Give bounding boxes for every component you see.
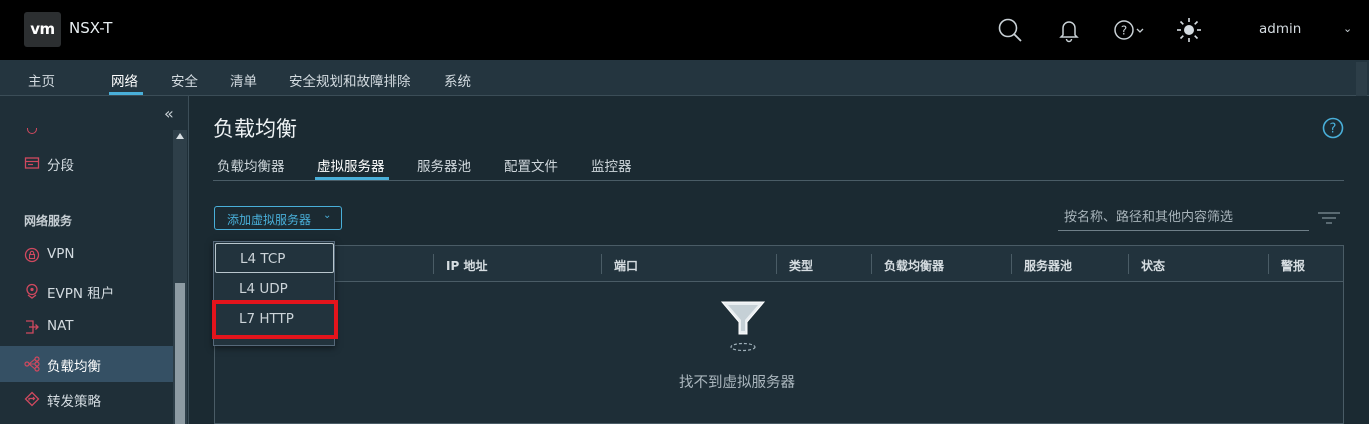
column-separator[interactable] <box>776 254 777 274</box>
vmware-logo: vm <box>24 12 61 47</box>
column-header-load-balancer[interactable]: 负载均衡器 <box>884 257 944 274</box>
virtual-servers-grid: IP 地址 端口 类型 负载均衡器 服务器池 状态 警报 <box>214 245 1344 424</box>
theme-sun-icon[interactable] <box>1175 16 1203 44</box>
sidebar-item-label: NAT <box>47 318 74 334</box>
tab-monitors[interactable]: 监控器 <box>591 155 632 175</box>
nav-networking[interactable]: 网络 <box>111 70 138 90</box>
nat-icon <box>26 320 39 334</box>
column-separator[interactable] <box>1128 254 1129 274</box>
nav-home[interactable]: 主页 <box>28 70 55 90</box>
scroll-up-arrow-icon[interactable] <box>176 133 184 139</box>
collapse-sidebar-icon[interactable]: « <box>164 104 174 123</box>
highlight-annotation-box <box>212 300 338 339</box>
vpn-icon <box>24 247 40 263</box>
sidebar-item-evpn[interactable]: EVPN 租户 <box>0 273 173 309</box>
segments-icon <box>24 157 40 169</box>
empty-funnel-icon <box>720 301 766 352</box>
page-help-icon[interactable]: ? <box>1322 117 1344 139</box>
menu-item-label: L4 TCP <box>240 251 286 267</box>
forwarding-policy-icon <box>24 391 40 407</box>
tab-profiles[interactable]: 配置文件 <box>504 155 558 175</box>
sidebar-item-forwarding-policies[interactable]: 转发策略 <box>0 381 173 417</box>
tab-virtual-servers[interactable]: 虚拟服务器 <box>317 155 385 175</box>
empty-state-message: 找不到虚拟服务器 <box>679 375 795 391</box>
chevron-down-icon: ⌄ <box>323 210 332 221</box>
help-menu-icon[interactable]: ? <box>1113 16 1149 44</box>
sidebar-section-title: 网络服务 <box>24 214 73 228</box>
filter-field[interactable] <box>1058 204 1309 231</box>
add-button-label: 添加虚拟服务器 <box>227 213 312 227</box>
page-scrollbar[interactable] <box>1356 62 1367 96</box>
sidebar-item-label: EVPN 租户 <box>47 286 115 302</box>
sidebar-item-label: 负载均衡 <box>47 359 101 375</box>
tab-load-balancers[interactable]: 负载均衡器 <box>217 155 285 175</box>
chevron-down-icon[interactable]: ⌄ <box>1343 22 1352 35</box>
sidebar-item-nat[interactable]: NAT <box>0 309 173 345</box>
column-separator[interactable] <box>601 254 602 274</box>
column-separator[interactable] <box>433 254 434 274</box>
sidebar-item-load-balancing[interactable]: 负载均衡 <box>0 346 173 382</box>
nav-inventory[interactable]: 清单 <box>230 70 257 90</box>
nav-security-planning[interactable]: 安全规划和故障排除 <box>289 70 411 90</box>
user-menu[interactable]: admin <box>1259 21 1301 37</box>
svg-text:?: ? <box>1330 122 1337 137</box>
sidebar-item-vpn[interactable]: VPN <box>0 237 173 273</box>
column-header-ip[interactable]: IP 地址 <box>446 257 487 274</box>
nav-security[interactable]: 安全 <box>171 70 198 90</box>
column-separator[interactable] <box>871 254 872 274</box>
menu-item-label: L4 UDP <box>239 281 288 297</box>
sidebar-item-label: VPN <box>47 246 75 262</box>
sidebar-scrollbar-thumb[interactable] <box>175 283 185 424</box>
menu-item-l4-tcp[interactable]: L4 TCP <box>215 243 334 273</box>
filter-icon[interactable] <box>1317 210 1341 226</box>
tab-server-pools[interactable]: 服务器池 <box>417 155 471 175</box>
column-separator[interactable] <box>1011 254 1012 274</box>
filter-input[interactable] <box>1058 204 1309 230</box>
app-title: NSX-T <box>69 19 113 37</box>
column-header-server-pool[interactable]: 服务器池 <box>1024 257 1072 274</box>
column-header-port[interactable]: 端口 <box>614 257 638 274</box>
nav-system[interactable]: 系统 <box>444 70 471 90</box>
sidebar-item-segments[interactable]: 分段 <box>0 145 173 181</box>
add-virtual-server-button[interactable]: 添加虚拟服务器 ⌄ <box>214 206 342 230</box>
column-separator[interactable] <box>1268 254 1269 274</box>
sidebar-item-label: 分段 <box>47 158 74 174</box>
page-title: 负载均衡 <box>213 117 297 141</box>
load-balancer-icon <box>24 356 40 372</box>
grid-header: IP 地址 端口 类型 负载均衡器 服务器池 状态 警报 <box>215 246 1343 282</box>
nav-active-indicator <box>109 92 143 95</box>
search-icon[interactable] <box>996 16 1024 44</box>
column-header-status[interactable]: 状态 <box>1141 257 1165 274</box>
svg-text:?: ? <box>1121 24 1127 38</box>
main-nav: 主页 网络 安全 清单 安全规划和故障排除 系统 <box>0 60 1369 96</box>
evpn-icon <box>26 283 38 299</box>
sidebar-item-label: 转发策略 <box>47 394 101 410</box>
tab-active-indicator <box>315 177 389 180</box>
column-header-type[interactable]: 类型 <box>789 257 813 274</box>
column-header-alarms[interactable]: 警报 <box>1281 257 1305 274</box>
bell-icon[interactable] <box>1055 16 1083 44</box>
top-header: vm NSX-T ? admin ⌄ <box>0 0 1369 60</box>
